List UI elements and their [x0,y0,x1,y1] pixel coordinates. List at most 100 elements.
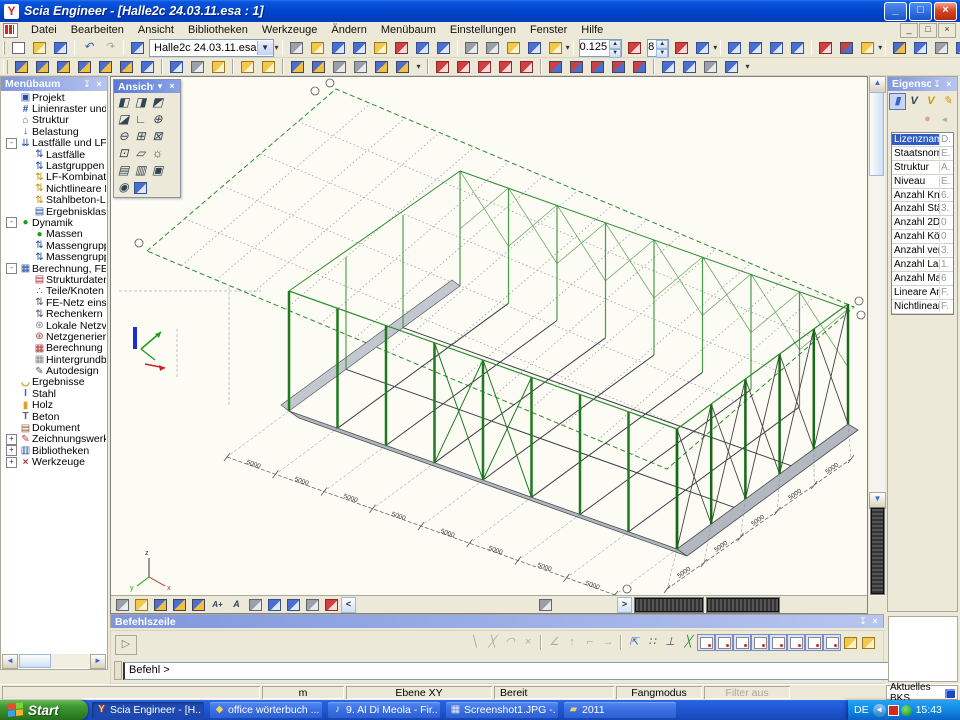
menu-item[interactable]: Bibliotheken [181,23,255,37]
snap-angle-icon[interactable] [545,634,563,651]
snap-up-icon[interactable] [563,634,581,651]
new-bracing-icon[interactable] [95,57,116,76]
property-row[interactable]: Lizenzname D. [892,133,953,147]
pin-icon[interactable] [81,79,93,90]
tree-item[interactable]: Nichtlineare LF... [2,183,106,194]
pin-icon[interactable] [931,79,943,90]
abc-plus-icon[interactable] [208,596,227,613]
image-icon[interactable] [433,38,454,57]
document-new-icon[interactable] [328,38,349,57]
table-snap-icon[interactable] [859,634,877,651]
model-viewport[interactable]: 5000 5000 5000 5000 5000 5000 5000 5000 … [110,76,868,614]
document-menu-icon[interactable] [3,23,18,38]
node-snap-icon[interactable] [733,634,751,651]
combo-dropdown-icon[interactable]: ▼ [257,41,273,55]
ortho-snap-icon[interactable] [787,634,805,651]
connect-members-icon[interactable] [679,57,700,76]
array-copy-icon[interactable] [392,57,413,76]
taskbar-task[interactable]: Screenshot1.JPG -... [446,702,558,718]
paste-picture-icon[interactable] [745,38,766,57]
property-row[interactable]: Anzahl Las... 1. [892,258,953,272]
spin-up-icon[interactable]: ▲ [609,40,621,49]
tree-item[interactable]: Massengruppe... [2,251,106,262]
scroll-thumb[interactable] [19,654,51,668]
perp-snap-icon[interactable] [661,634,679,651]
tree-hscrollbar[interactable]: ◄ ► [2,654,106,668]
tree-item[interactable]: + Zeichnungswerkze... [2,434,106,445]
midpoint-snap-icon[interactable] [697,634,715,651]
zoom-window-icon[interactable] [132,128,149,145]
abc-icon[interactable] [227,596,246,613]
combo-extra-dropdown[interactable]: ▾ [275,39,279,56]
book-icon[interactable] [503,38,524,57]
menu-item[interactable]: Werkzeuge [255,23,324,37]
scroll-thumb[interactable] [869,92,884,176]
regen-icon[interactable] [836,38,857,57]
dozer-icon[interactable] [841,634,859,651]
tree-item[interactable]: Lastgruppen [2,160,106,171]
eigenschaften-caption[interactable]: Eigensc... [888,77,957,91]
view-axo-icon[interactable] [115,94,132,111]
rename-icon[interactable] [349,38,370,57]
close-icon[interactable] [93,79,105,90]
move-load-icon[interactable] [329,57,350,76]
tree-item[interactable]: FE-Netz einste... [2,297,106,308]
befehlszeile-caption[interactable]: Befehlszeile [110,614,884,628]
count-spinner[interactable]: 8 ▲▼ [647,39,669,57]
scale-icon[interactable] [608,57,629,76]
status-bks[interactable]: Aktuelles BKS [886,685,958,700]
scroll-up-icon[interactable]: ▲ [869,76,886,93]
menu-item[interactable]: Menübaum [374,23,443,37]
view-vscrollbar[interactable]: ▲ ▼ [869,76,885,596]
note-dropdown[interactable]: ▾ [566,39,570,56]
mesh-view-icon[interactable] [246,596,265,613]
tree-item[interactable]: + Werkzeuge [2,457,106,468]
new-truss-icon[interactable] [74,57,95,76]
status-plane[interactable]: Ebene XY [346,686,492,699]
expand-toggle[interactable]: - [6,217,17,228]
new-beam-icon[interactable] [11,57,32,76]
redo-icon[interactable] [99,38,120,57]
close-icon[interactable] [166,81,178,92]
expand-right-button[interactable]: > [617,597,632,613]
clean-icon[interactable] [700,57,721,76]
light-icon[interactable] [149,145,166,162]
select-cursor-icon[interactable] [187,57,208,76]
print-icon[interactable] [461,38,482,57]
tree-item[interactable]: Hintergrundber... [2,354,106,365]
menu-item[interactable]: Einstellungen [443,23,523,37]
load-scale-icon[interactable] [624,38,645,57]
menu-item[interactable]: Ändern [324,23,373,37]
tree-item[interactable]: Linienraster und G... [2,103,106,114]
cell-edit-icon[interactable] [889,93,906,110]
value-edit-icon[interactable] [923,93,940,110]
render-off-icon[interactable] [132,162,149,179]
table-view-icon[interactable] [284,596,303,613]
snap-cross-icon[interactable] [483,634,501,651]
status-filter[interactable]: Filter aus [704,686,790,699]
open-project-icon[interactable] [857,38,878,57]
scroll-left-icon[interactable]: ◄ [2,654,18,669]
tree-item[interactable]: Stahlbeton-LFK... [2,195,106,206]
clip-box-icon[interactable] [149,162,166,179]
tree-item[interactable]: - Dynamik [2,217,106,228]
command-input[interactable]: Befehl > [123,662,907,680]
status-units[interactable]: m [262,686,344,699]
open-view-icon[interactable] [132,145,149,162]
export-icon[interactable] [524,38,545,57]
palette-dd-icon[interactable] [154,81,166,92]
menu-item[interactable]: Bearbeiten [64,23,131,37]
connect-icon[interactable] [166,57,187,76]
arc-snap-icon[interactable] [823,634,841,651]
open-folder-icon[interactable] [29,38,50,57]
paste-view-icon[interactable] [787,38,808,57]
gallery-icon[interactable] [412,38,433,57]
length-snap-icon[interactable] [805,634,823,651]
property-row[interactable]: Staatsnorm E. [892,147,953,161]
close-icon[interactable] [943,79,955,90]
mirror-icon[interactable] [587,57,608,76]
grid-settings-icon[interactable] [931,38,952,57]
tree-item[interactable]: - Lastfälle und LF-K... [2,138,106,149]
zoom-all-icon[interactable] [149,128,166,145]
select-frame-icon[interactable] [432,57,453,76]
